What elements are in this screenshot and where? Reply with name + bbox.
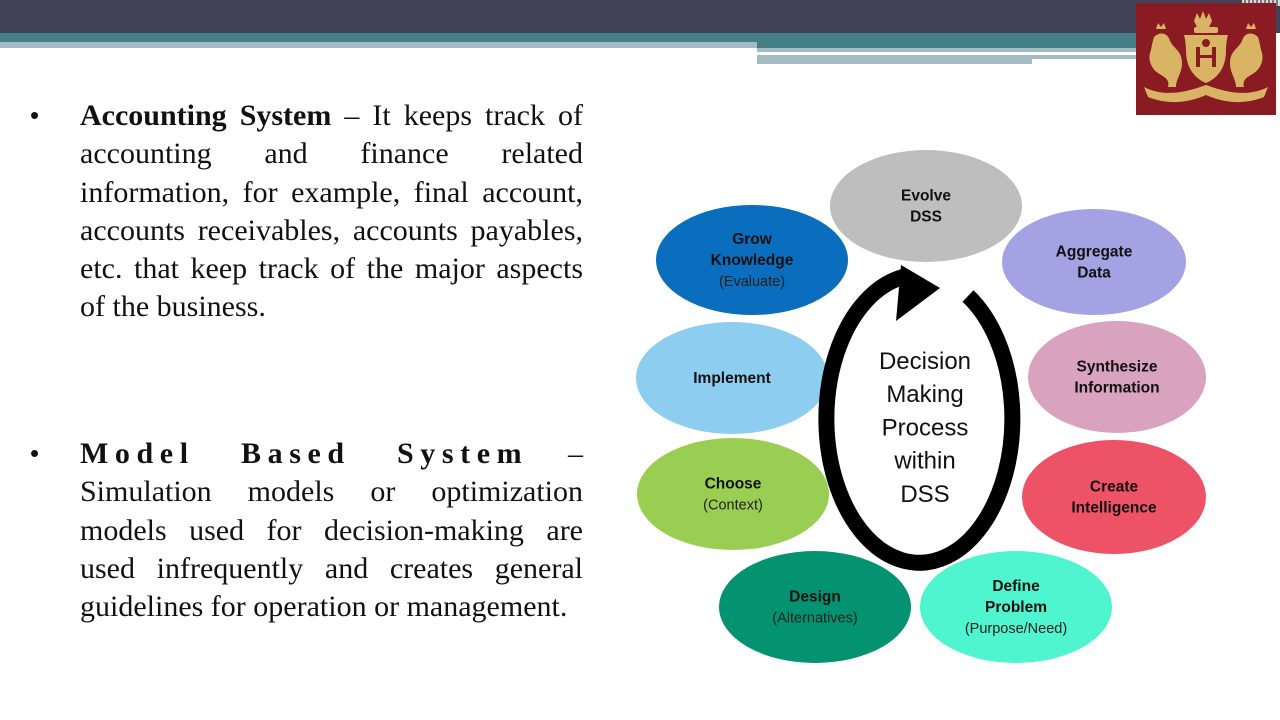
cycle-step: Synthesize Information xyxy=(1028,321,1206,433)
cycle-step-title: Information xyxy=(1074,380,1159,397)
cycle-step-title: Implement xyxy=(693,370,771,387)
cycle-step: Grow Knowledge (Evaluate) xyxy=(656,205,848,315)
cycle-step: Design (Alternatives) xyxy=(719,551,911,663)
cycle-step-oval xyxy=(1022,440,1206,554)
cycle-step-title: Aggregate xyxy=(1056,244,1133,261)
cycle-step-title: DSS xyxy=(910,209,942,226)
center-label-line: within xyxy=(893,448,955,475)
cycle-arrowhead xyxy=(896,265,940,321)
cycle-step-title: Knowledge xyxy=(711,252,794,269)
cycle-step-oval xyxy=(1002,209,1186,315)
cycle-step-subtitle: (Evaluate) xyxy=(719,274,785,290)
center-label-line: Process xyxy=(882,414,969,441)
cycle-step: Implement xyxy=(636,322,828,434)
cycle-step-title: Synthesize xyxy=(1077,359,1158,376)
cycle-step-title: Define xyxy=(992,578,1040,595)
cycle-step-title: Choose xyxy=(705,476,762,493)
cycle-step-subtitle: (Context) xyxy=(703,498,763,514)
cycle-step-title: Data xyxy=(1077,265,1111,282)
cycle-step-title: Evolve xyxy=(901,188,951,205)
cycle-step-subtitle: (Purpose/Need) xyxy=(965,621,1067,637)
cycle-step-oval xyxy=(637,438,829,550)
cycle-step-subtitle: (Alternatives) xyxy=(772,611,857,627)
cycle-step-title: Problem xyxy=(985,599,1047,616)
cycle-step: Create Intelligence xyxy=(1022,440,1206,554)
cycle-step: Evolve DSS xyxy=(830,150,1022,262)
cycle-step: Aggregate Data xyxy=(1002,209,1186,315)
cycle-step-title: Design xyxy=(789,589,841,606)
center-label-line: DSS xyxy=(900,481,949,508)
center-label: Decision Making Process within DSS xyxy=(879,348,971,508)
cycle-step-title: Grow xyxy=(732,231,773,248)
cycle-step-title: Intelligence xyxy=(1071,500,1157,517)
cycle-step-oval xyxy=(1028,321,1206,433)
center-label-line: Decision xyxy=(879,348,971,375)
cycle-step: Define Problem (Purpose/Need) xyxy=(920,551,1112,663)
dss-cycle-diagram: Evolve DSS Aggregate Data Synthesize Informat… xyxy=(636,150,1206,663)
cycle-step-oval xyxy=(830,150,1022,262)
cycle-step-title: Create xyxy=(1090,479,1139,496)
cycle-step: Choose (Context) xyxy=(637,438,829,550)
cycle-step-oval xyxy=(719,551,911,663)
center-label-line: Making xyxy=(886,381,963,408)
